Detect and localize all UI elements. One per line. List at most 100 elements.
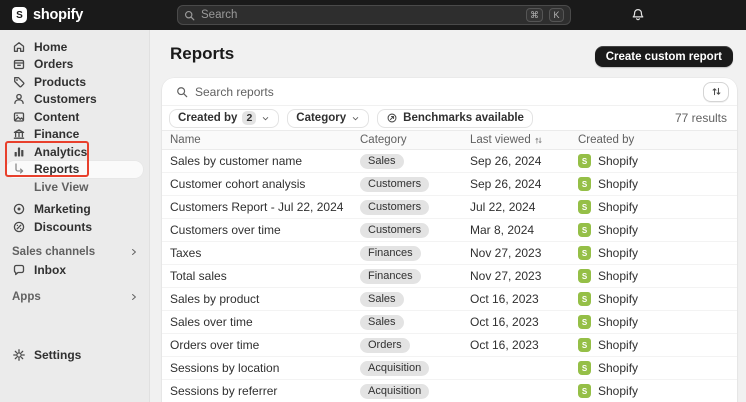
created-by-label: Shopify: [598, 223, 638, 237]
column-header-last-viewed[interactable]: Last viewed: [470, 134, 578, 146]
notifications-button[interactable]: [631, 8, 645, 22]
table-row[interactable]: Customers over time Customers Mar 8, 202…: [162, 219, 737, 242]
report-name[interactable]: Sessions by referrer: [170, 384, 360, 398]
last-viewed: Nov 27, 2023: [470, 269, 578, 283]
report-name[interactable]: Orders over time: [170, 338, 360, 352]
created-by-label: Shopify: [598, 200, 638, 214]
chevron-down-icon: [261, 114, 270, 123]
report-name[interactable]: Sales by product: [170, 292, 360, 306]
sidebar-item-label: Finance: [34, 127, 79, 141]
last-viewed: Oct 16, 2023: [470, 292, 578, 306]
created-by-label: Shopify: [598, 384, 638, 398]
last-viewed: Nov 27, 2023: [470, 246, 578, 260]
table-row[interactable]: Sessions by referrer Acquisition Shopify: [162, 380, 737, 402]
sidebar-item-label: Orders: [34, 57, 73, 71]
sidebar-item-customers[interactable]: Customers: [6, 91, 143, 109]
marketing-icon: [12, 202, 26, 216]
report-name[interactable]: Customers over time: [170, 223, 360, 237]
table-body: Sales by customer name Sales Sep 26, 202…: [162, 150, 737, 402]
global-search-input[interactable]: [201, 9, 520, 21]
report-name[interactable]: Sessions by location: [170, 361, 360, 375]
sidebar-item-products[interactable]: Products: [6, 73, 143, 91]
table-row[interactable]: Taxes Finances Nov 27, 2023 Shopify: [162, 242, 737, 265]
sidebar-item-live-view[interactable]: Live View: [6, 178, 143, 196]
shopify-bag-icon: [578, 315, 591, 329]
shopify-bag-icon: [578, 292, 591, 306]
column-header-created-by[interactable]: Created by: [578, 134, 737, 146]
column-header-category[interactable]: Category: [360, 134, 470, 146]
table-row[interactable]: Customer cohort analysis Customers Sep 2…: [162, 173, 737, 196]
filter-category[interactable]: Category: [287, 109, 369, 128]
sidebar-item-home[interactable]: Home: [6, 38, 143, 56]
sidebar-item-label: Customers: [34, 92, 97, 106]
category-badge: Sales: [360, 292, 404, 307]
shopify-bag-icon: [578, 269, 591, 283]
shopify-bag-icon: [578, 223, 591, 237]
table-row[interactable]: Sessions by location Acquisition Shopify: [162, 357, 737, 380]
k-key-badge: K: [549, 8, 564, 22]
shopify-bag-icon: [578, 361, 591, 375]
products-icon: [12, 75, 26, 89]
category-badge: Acquisition: [360, 361, 429, 376]
category-badge: Customers: [360, 177, 429, 192]
report-name[interactable]: Sales over time: [170, 315, 360, 329]
filter-created-by[interactable]: Created by 2: [169, 109, 279, 128]
search-reports-input[interactable]: [195, 85, 696, 99]
column-header-name[interactable]: Name: [170, 134, 360, 146]
sidebar-item-settings[interactable]: Settings: [6, 347, 143, 365]
topbar: shopify ⌘ K: [0, 0, 746, 30]
sidebar-item-label: Content: [34, 110, 79, 124]
shopify-logo[interactable]: shopify: [12, 7, 83, 23]
section-label: Apps: [12, 291, 41, 303]
last-viewed: Oct 16, 2023: [470, 338, 578, 352]
chevron-right-icon: [129, 292, 139, 302]
sidebar-item-content[interactable]: Content: [6, 108, 143, 126]
sidebar-item-inbox[interactable]: Inbox: [6, 261, 143, 279]
table-row[interactable]: Orders over time Orders Oct 16, 2023 Sho…: [162, 334, 737, 357]
filter-benchmarks[interactable]: Benchmarks available: [377, 109, 533, 128]
sidebar-section-sales-channels[interactable]: Sales channels: [6, 244, 143, 262]
sidebar-item-marketing[interactable]: Marketing: [6, 201, 143, 219]
category-badge: Customers: [360, 200, 429, 215]
create-custom-report-button[interactable]: Create custom report: [595, 46, 733, 67]
chevron-down-icon: [351, 114, 360, 123]
created-by-label: Shopify: [598, 269, 638, 283]
sidebar-item-reports[interactable]: Reports: [6, 161, 143, 179]
report-name[interactable]: Sales by customer name: [170, 154, 360, 168]
shopify-bag-icon: [578, 154, 591, 168]
bell-icon: [631, 8, 645, 22]
global-search[interactable]: ⌘ K: [177, 5, 571, 25]
chevron-right-icon: [129, 247, 139, 257]
gear-icon: [12, 348, 26, 362]
created-by-label: Shopify: [598, 315, 638, 329]
created-by-label: Shopify: [598, 292, 638, 306]
results-count: 77 results: [675, 111, 727, 125]
sidebar-item-discounts[interactable]: Discounts: [6, 218, 143, 236]
created-by-label: Shopify: [598, 338, 638, 352]
created-by-label: Shopify: [598, 177, 638, 191]
sort-button[interactable]: [703, 82, 729, 102]
shopify-bag-icon: [578, 200, 591, 214]
report-name[interactable]: Customers Report - Jul 22, 2024: [170, 200, 360, 214]
report-name[interactable]: Taxes: [170, 246, 360, 260]
sidebar-section-apps[interactable]: Apps: [6, 289, 143, 307]
sidebar-item-label: Products: [34, 75, 86, 89]
sidebar-item-orders[interactable]: Orders: [6, 56, 143, 74]
customers-icon: [12, 92, 26, 106]
report-name[interactable]: Total sales: [170, 269, 360, 283]
last-viewed: Mar 8, 2024: [470, 223, 578, 237]
table-row[interactable]: Sales over time Sales Oct 16, 2023 Shopi…: [162, 311, 737, 334]
created-by-label: Shopify: [598, 246, 638, 260]
table-row[interactable]: Total sales Finances Nov 27, 2023 Shopif…: [162, 265, 737, 288]
table-row[interactable]: Customers Report - Jul 22, 2024 Customer…: [162, 196, 737, 219]
table-row[interactable]: Sales by customer name Sales Sep 26, 202…: [162, 150, 737, 173]
finance-icon: [12, 127, 26, 141]
shopify-bag-icon: [578, 338, 591, 352]
shopify-bag-icon: [12, 7, 27, 23]
sidebar-item-label: Analytics: [34, 145, 87, 159]
sidebar-item-finance[interactable]: Finance: [6, 126, 143, 144]
table-row[interactable]: Sales by product Sales Oct 16, 2023 Shop…: [162, 288, 737, 311]
category-badge: Sales: [360, 154, 404, 169]
report-name[interactable]: Customer cohort analysis: [170, 177, 360, 191]
sidebar-item-analytics[interactable]: Analytics: [6, 143, 143, 161]
